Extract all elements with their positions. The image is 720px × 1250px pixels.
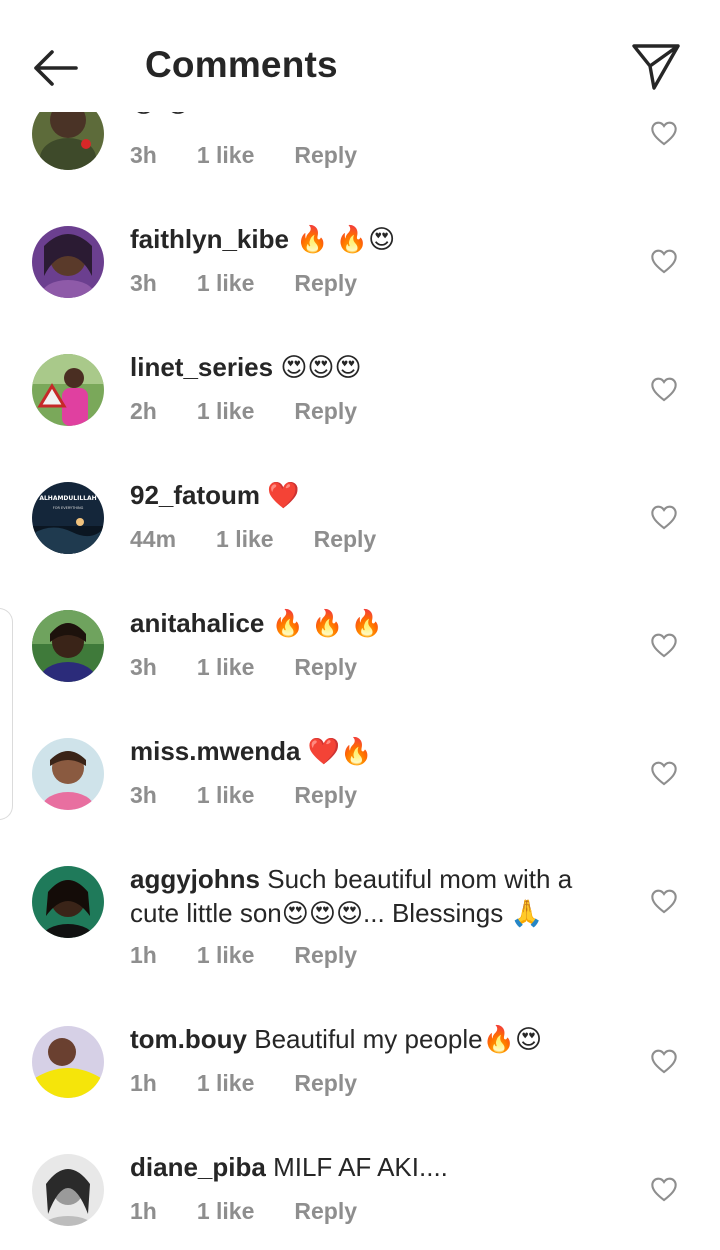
comment-item: 😍 😍 3h 1 like Reply — [0, 98, 720, 226]
like-count[interactable]: 1 like — [197, 142, 255, 169]
username[interactable]: 92_fatoum — [130, 480, 260, 510]
page-title: Comments — [145, 44, 338, 85]
reply-button[interactable]: Reply — [294, 398, 357, 425]
comment-meta: 1h 1 like Reply — [130, 1198, 397, 1225]
comment-content: miss.mwenda ❤️🔥 — [130, 734, 610, 768]
heart-icon[interactable] — [650, 632, 678, 658]
username[interactable]: anitahalice — [130, 608, 264, 638]
comment-text: MILF AF AKI.... — [273, 1152, 448, 1182]
username[interactable]: miss.mwenda — [130, 736, 301, 766]
side-panel-edge[interactable] — [0, 608, 13, 820]
comment-meta: 1h 1 like Reply — [130, 1070, 397, 1097]
heart-icon[interactable] — [650, 120, 678, 146]
avatar[interactable] — [32, 1154, 104, 1226]
comment-item: ALHAMDULILLAH FOR EVERYTHING 92_fatoum ❤️… — [0, 480, 720, 610]
comment-item: faithlyn_kibe 🔥 🔥😍 3h 1 like Reply — [0, 224, 720, 354]
reply-button[interactable]: Reply — [294, 270, 357, 297]
arrow-left-icon[interactable] — [28, 44, 84, 92]
comment-item: miss.mwenda ❤️🔥 3h 1 like Reply — [0, 736, 720, 866]
comment-meta: 3h 1 like Reply — [130, 782, 397, 809]
avatar-sub-text: FOR EVERYTHING — [53, 506, 84, 510]
comment-content: faithlyn_kibe 🔥 🔥😍 — [130, 222, 610, 256]
comment-text: 🔥 🔥 🔥 — [271, 608, 384, 638]
avatar[interactable] — [32, 610, 104, 682]
comment-meta: 1h 1 like Reply — [130, 942, 397, 969]
comment-meta: 3h 1 like Reply — [130, 270, 397, 297]
comment-time: 3h — [130, 270, 157, 296]
like-count[interactable]: 1 like — [197, 942, 255, 969]
comment-item: linet_series 😍😍😍 2h 1 like Reply — [0, 352, 720, 482]
comment-time: 3h — [130, 654, 157, 680]
reply-button[interactable]: Reply — [294, 782, 357, 809]
comment-meta: 44m 1 like Reply — [130, 526, 416, 553]
comment-meta: 3h 1 like Reply — [130, 142, 397, 169]
avatar[interactable] — [32, 866, 104, 938]
comment-meta: 2h 1 like Reply — [130, 398, 397, 425]
like-count[interactable]: 1 like — [197, 398, 255, 425]
avatar[interactable] — [32, 226, 104, 298]
comment-time: 1h — [130, 942, 157, 968]
comment-time: 1h — [130, 1198, 157, 1224]
heart-icon[interactable] — [650, 888, 678, 914]
comment-content: diane_piba MILF AF AKI.... — [130, 1150, 610, 1184]
comment-content: tom.bouy Beautiful my people🔥😍 — [130, 1022, 610, 1056]
comment-text: Such beautiful mom with a — [267, 864, 573, 894]
comment-time: 3h — [130, 782, 157, 808]
avatar[interactable] — [32, 354, 104, 426]
heart-icon[interactable] — [650, 376, 678, 402]
like-count[interactable]: 1 like — [216, 526, 274, 553]
comment-time: 1h — [130, 1070, 157, 1096]
like-count[interactable]: 1 like — [197, 1198, 255, 1225]
comment-time: 3h — [130, 142, 157, 168]
comment-time: 44m — [130, 526, 177, 552]
comment-content: aggyjohns Such beautiful mom with a cute… — [130, 862, 610, 930]
heart-icon[interactable] — [650, 504, 678, 530]
comment-time: 2h — [130, 398, 157, 424]
reply-button[interactable]: Reply — [314, 526, 377, 553]
heart-icon[interactable] — [650, 248, 678, 274]
avatar[interactable]: ALHAMDULILLAH FOR EVERYTHING — [32, 482, 104, 554]
username[interactable]: diane_piba — [130, 1152, 266, 1182]
comment-item: diane_piba MILF AF AKI.... 1h 1 like Rep… — [0, 1152, 720, 1250]
avatar-banner-text: ALHAMDULILLAH — [39, 495, 96, 502]
avatar[interactable] — [32, 1026, 104, 1098]
comment-item: tom.bouy Beautiful my people🔥😍 1h 1 like… — [0, 1024, 720, 1154]
username[interactable]: faithlyn_kibe — [130, 224, 289, 254]
heart-icon[interactable] — [650, 1048, 678, 1074]
reply-button[interactable]: Reply — [294, 942, 357, 969]
paper-plane-icon[interactable] — [628, 40, 684, 92]
avatar[interactable] — [32, 738, 104, 810]
comment-text: ❤️🔥 — [307, 736, 373, 766]
comment-content: 92_fatoum ❤️ — [130, 478, 610, 512]
comment-text: ❤️ — [267, 480, 300, 510]
username[interactable]: linet_series — [130, 352, 273, 382]
like-count[interactable]: 1 like — [197, 1070, 255, 1097]
comment-text: Beautiful my people🔥😍 — [254, 1024, 543, 1054]
reply-button[interactable]: Reply — [294, 1070, 357, 1097]
top-app-bar: Comments — [0, 0, 720, 112]
comment-text-continued: cute little son😍😍😍... Blessings 🙏 — [130, 898, 543, 928]
comment-meta: 3h 1 like Reply — [130, 654, 397, 681]
reply-button[interactable]: Reply — [294, 142, 357, 169]
like-count[interactable]: 1 like — [197, 782, 255, 809]
like-count[interactable]: 1 like — [197, 654, 255, 681]
username[interactable]: aggyjohns — [130, 864, 260, 894]
comment-content: anitahalice 🔥 🔥 🔥 — [130, 606, 610, 640]
reply-button[interactable]: Reply — [294, 654, 357, 681]
reply-button[interactable]: Reply — [294, 1198, 357, 1225]
like-count[interactable]: 1 like — [197, 270, 255, 297]
heart-icon[interactable] — [650, 760, 678, 786]
comment-item: anitahalice 🔥 🔥 🔥 3h 1 like Reply — [0, 608, 720, 738]
comments-list[interactable]: 😍 😍 3h 1 like Reply faithlyn_kibe 🔥 🔥😍 3… — [0, 0, 720, 1250]
comment-content: linet_series 😍😍😍 — [130, 350, 610, 384]
comment-item: aggyjohns Such beautiful mom with a cute… — [0, 864, 720, 1026]
username[interactable]: tom.bouy — [130, 1024, 247, 1054]
comment-text: 😍😍😍 — [280, 352, 362, 382]
heart-icon[interactable] — [650, 1176, 678, 1202]
comment-text: 🔥 🔥😍 — [296, 224, 396, 254]
